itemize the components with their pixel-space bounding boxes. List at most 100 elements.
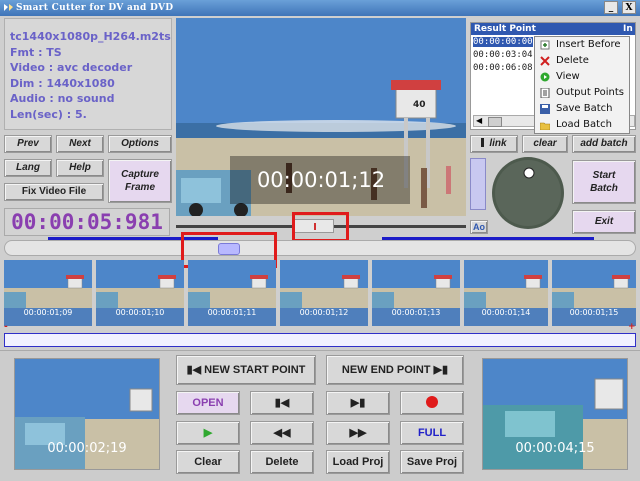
frame-image xyxy=(552,260,636,308)
range-right-bar xyxy=(382,237,594,240)
frame-timecode: 00:00:01;13 xyxy=(391,308,441,317)
menu-label: Insert Before xyxy=(556,39,621,50)
length-text: Len(sec) : 5. xyxy=(10,107,87,121)
menu-item-insert-before[interactable]: Insert Before xyxy=(535,37,629,53)
prev-button[interactable]: Prev xyxy=(4,135,52,153)
frame-image xyxy=(372,260,460,308)
play-button[interactable]: ▶ xyxy=(176,421,240,445)
main-position-slider[interactable] xyxy=(4,240,636,256)
range-end-marker-icon[interactable]: + xyxy=(628,322,636,332)
frame-image xyxy=(4,260,92,308)
end-thumb-timecode: 00:00:04;15 xyxy=(515,441,595,456)
link-label: link xyxy=(489,138,507,149)
scroll-left-icon[interactable]: ◀ xyxy=(476,116,482,125)
menu-item-save-batch[interactable]: Save Batch xyxy=(535,101,629,117)
current-time-display: 00:00:05:981 xyxy=(4,208,170,236)
video-preview[interactable]: 40 00:00:01;12 xyxy=(176,18,466,216)
rewind-button[interactable]: ◀◀ xyxy=(250,421,314,445)
save-icon xyxy=(540,104,550,114)
save-proj-button[interactable]: Save Proj xyxy=(400,450,464,474)
rewind-icon: ◀◀ xyxy=(273,427,291,439)
frame-thumbnail[interactable]: 00:00:01;10 xyxy=(96,260,184,326)
exit-button[interactable]: Exit xyxy=(572,210,636,234)
tower-sign-text: 40 xyxy=(413,100,426,110)
help-button[interactable]: Help xyxy=(56,159,104,177)
menu-item-load-batch[interactable]: Load Batch xyxy=(535,117,629,133)
step-back-icon: ▮◀ xyxy=(274,397,290,409)
menu-item-output-points[interactable]: Output Points xyxy=(535,85,629,101)
start-batch-button[interactable]: Start Batch xyxy=(572,160,636,204)
full-button[interactable]: FULL xyxy=(400,421,464,445)
close-button[interactable]: X xyxy=(622,1,636,14)
fix-video-file-button[interactable]: Fix Video File xyxy=(4,183,104,201)
delete-x-icon xyxy=(540,56,550,66)
end-point-icon: ▶▮ xyxy=(433,364,449,376)
fast-forward-button[interactable]: ▶▶ xyxy=(326,421,390,445)
new-start-label: NEW START POINT xyxy=(204,364,306,376)
link-button[interactable]: link xyxy=(470,135,518,153)
frame-thumbnail[interactable]: 00:00:01;09 xyxy=(4,260,92,326)
clear-points-button[interactable]: clear xyxy=(522,135,568,153)
result-in-column: In xyxy=(623,24,633,34)
volume-bar[interactable] xyxy=(470,158,486,210)
frame-image xyxy=(96,260,184,308)
menu-label: Save Batch xyxy=(556,103,613,114)
result-point-header: Result Point In xyxy=(471,23,635,35)
new-end-point-button[interactable]: NEW END POINT ▶▮ xyxy=(326,355,464,385)
menu-item-delete[interactable]: Delete xyxy=(535,53,629,69)
selection-range-bar[interactable] xyxy=(4,333,636,347)
start-point-thumbnail[interactable]: 00:00:02;19 xyxy=(14,358,160,470)
highlight-annotation xyxy=(292,212,349,242)
menu-label: Delete xyxy=(556,55,589,66)
video-decoder-text: Video : avc decoder xyxy=(10,61,133,74)
play-icon: ▶ xyxy=(203,427,213,439)
record-icon xyxy=(426,396,438,409)
frame-thumbnail[interactable]: 00:00:01;13 xyxy=(372,260,460,326)
new-start-point-button[interactable]: ▮◀ NEW START POINT xyxy=(176,355,316,385)
frame-timecode: 00:00:01;14 xyxy=(481,308,531,317)
capture-frame-button[interactable]: Capture Frame xyxy=(108,159,172,203)
frame-timecode: 00:00:01;09 xyxy=(23,308,73,317)
jog-dial[interactable] xyxy=(490,155,566,231)
ao-button[interactable]: Ao xyxy=(470,220,488,234)
audio-text: Audio : no sound xyxy=(10,92,115,105)
lang-button[interactable]: Lang xyxy=(4,159,52,177)
view-icon xyxy=(540,72,550,82)
file-info-panel: tc1440x1080p_H264.m2ts Fmt : TS Video : … xyxy=(4,18,172,130)
dimension-text: Dim : 1440x1080 xyxy=(10,76,115,90)
new-end-label: NEW END POINT xyxy=(341,364,431,376)
context-menu[interactable]: Insert Before Delete View Output Points … xyxy=(534,36,630,134)
menu-label: Output Points xyxy=(556,87,624,98)
load-proj-button[interactable]: Load Proj xyxy=(326,450,390,474)
result-row[interactable]: 00:00:06:08 xyxy=(473,63,533,73)
output-points-icon xyxy=(540,88,550,98)
result-row[interactable]: 00:00:03:04 xyxy=(473,50,533,60)
link-indicator-icon xyxy=(481,138,485,147)
record-button[interactable] xyxy=(400,391,464,415)
menu-item-view[interactable]: View xyxy=(535,69,629,85)
preview-timecode: 00:00:01;12 xyxy=(256,168,386,192)
end-point-thumbnail[interactable]: 00:00:04;15 xyxy=(482,358,628,470)
prev-frame-button[interactable]: ▮◀ xyxy=(250,391,314,415)
next-button[interactable]: Next xyxy=(56,135,104,153)
range-start-marker-icon[interactable]: - xyxy=(4,322,8,332)
add-batch-button[interactable]: add batch xyxy=(572,135,636,153)
result-row[interactable]: 00:00:00:00 xyxy=(473,37,533,47)
result-point-title: Result Point xyxy=(474,24,536,34)
next-frame-button[interactable]: ▶▮ xyxy=(326,391,390,415)
frame-thumbnail[interactable]: 00:00:01;11 xyxy=(188,260,276,326)
options-button[interactable]: Options xyxy=(108,135,172,153)
window-title: Smart Cutter for DV and DVD xyxy=(16,3,174,13)
start-point-icon: ▮◀ xyxy=(186,364,202,376)
menu-label: View xyxy=(556,71,580,82)
scroll-thumb[interactable] xyxy=(488,117,502,127)
open-button[interactable]: OPEN xyxy=(176,391,240,415)
frame-thumbnail[interactable]: 00:00:01;14 xyxy=(464,260,548,326)
clear-button[interactable]: Clear xyxy=(176,450,240,474)
minimize-button[interactable]: _ xyxy=(604,1,618,14)
frame-timecode: 00:00:01;10 xyxy=(115,308,165,317)
frame-thumbnail[interactable]: 00:00:01;12 xyxy=(280,260,368,326)
frame-timecode: 00:00:01;12 xyxy=(299,308,349,317)
frame-thumbnail[interactable]: 00:00:01;15 xyxy=(552,260,636,326)
delete-button[interactable]: Delete xyxy=(250,450,314,474)
